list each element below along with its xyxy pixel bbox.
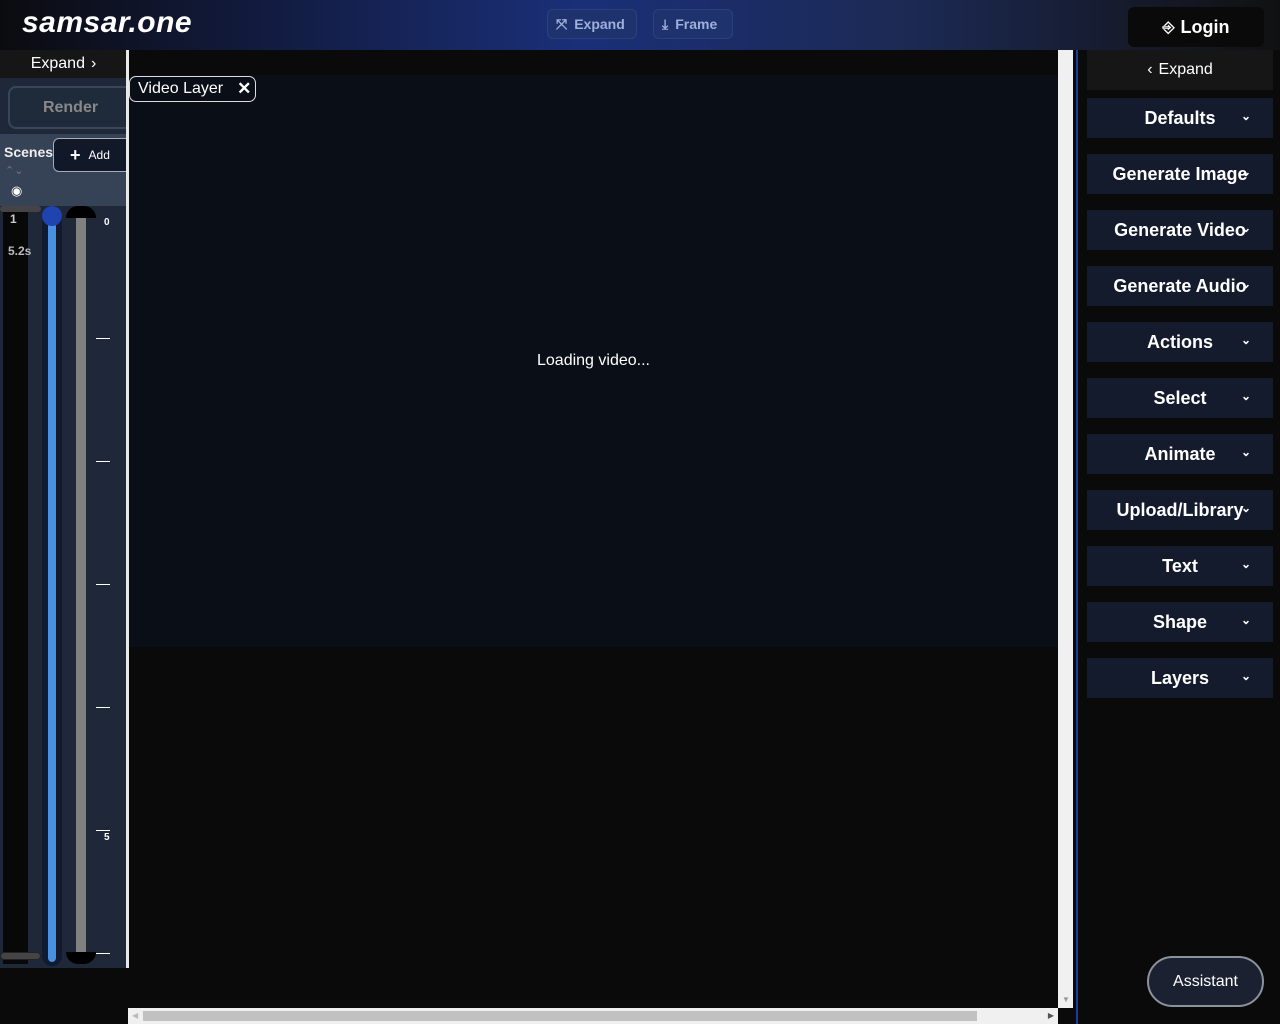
expand-button[interactable]: ⤧ Expand: [547, 9, 637, 39]
section-shape[interactable]: Shape ⌄: [1087, 602, 1273, 642]
section-generate-video[interactable]: Generate Video ⌄: [1087, 210, 1273, 250]
vertical-scrollbar[interactable]: ▼: [1058, 50, 1073, 1008]
playhead-bottom-cap[interactable]: [66, 952, 96, 964]
ruler-tick: [96, 953, 110, 954]
scene-number: 1: [10, 212, 17, 226]
chevron-right-icon: ›: [90, 55, 97, 72]
section-generate-audio[interactable]: Generate Audio ⌄: [1087, 266, 1273, 306]
scroll-down-icon[interactable]: ▼: [1062, 995, 1070, 1004]
chevron-down-icon: ⌄: [1240, 613, 1251, 627]
logo[interactable]: samsar.one: [22, 6, 192, 40]
frame-download-button[interactable]: ⤓ Frame: [653, 9, 733, 39]
section-upload-library[interactable]: Upload/Library ⌄: [1087, 490, 1273, 530]
ruler-tick: [96, 461, 110, 462]
timeline-slider[interactable]: [42, 206, 62, 966]
chevron-left-icon: ‹: [1147, 61, 1153, 78]
playhead-top-cap[interactable]: [66, 206, 96, 218]
section-actions[interactable]: Actions ⌄: [1087, 322, 1273, 362]
ruler-tick: [96, 338, 110, 339]
download-icon: ⤓: [662, 15, 669, 32]
scene-handle-bottom[interactable]: [0, 952, 41, 960]
chevron-down-icon: ⌄: [1240, 501, 1251, 515]
slider-thumb[interactable]: [42, 206, 62, 226]
ruler-tick: [96, 707, 110, 708]
section-generate-image[interactable]: Generate Image ⌄: [1087, 154, 1273, 194]
close-icon[interactable]: ✕: [237, 79, 251, 99]
scrollbar-thumb[interactable]: [143, 1011, 977, 1021]
scene-duration: 5.2s: [8, 244, 32, 258]
chevron-down-icon: ⌄: [1240, 669, 1251, 683]
right-sidebar: ‹ Expand Defaults ⌄ Generate Image ⌄ Genera…: [1076, 50, 1280, 1024]
section-select[interactable]: Select ⌄: [1087, 378, 1273, 418]
reorder-arrows-icon[interactable]: ⌃⌄: [5, 164, 23, 177]
chevron-down-icon: ⌄: [1240, 277, 1251, 291]
playhead-track[interactable]: [76, 212, 86, 958]
loading-text: Loading video...: [537, 352, 650, 369]
scene-handle-top[interactable]: [0, 206, 41, 212]
ruler-tick: [96, 830, 110, 831]
login-button[interactable]: ⎆ Login: [1128, 7, 1264, 47]
plus-icon: +: [70, 144, 81, 165]
section-layers[interactable]: Layers ⌄: [1087, 658, 1273, 698]
render-button[interactable]: Render: [8, 86, 133, 129]
video-layer-tag[interactable]: Video Layer ✕: [129, 76, 256, 102]
section-text[interactable]: Text ⌄: [1087, 546, 1273, 586]
chevron-down-icon: ⌄: [1240, 165, 1251, 179]
scroll-left-icon[interactable]: ◀: [132, 1011, 138, 1020]
right-expand-button[interactable]: ‹ Expand: [1087, 50, 1273, 90]
left-expand-button[interactable]: Expand ›: [0, 50, 127, 78]
scroll-right-icon[interactable]: ▶: [1048, 1011, 1054, 1020]
scenes-label: Scenes: [4, 144, 54, 160]
assistant-button[interactable]: Assistant: [1147, 956, 1264, 1007]
video-canvas[interactable]: Loading video...: [129, 75, 1058, 647]
left-sidebar: Expand › Render Scenes + Add ⌃⌄ ◉ 1 5.2s 0…: [0, 50, 133, 968]
chevron-down-icon: ⌄: [1240, 557, 1251, 571]
ruler-label-0: 0: [104, 217, 110, 228]
add-scene-button[interactable]: + Add: [53, 138, 133, 172]
chevron-down-icon: ⌄: [1240, 389, 1251, 403]
ruler-tick: [96, 584, 110, 585]
section-animate[interactable]: Animate ⌄: [1087, 434, 1273, 474]
chevron-down-icon: ⌄: [1240, 221, 1251, 235]
chevron-down-icon: ⌄: [1240, 109, 1251, 123]
canvas-area: Loading video... Video Layer ✕: [129, 50, 1058, 1008]
top-header: samsar.one ⤧ Expand ⤓ Frame ⎆ Login: [0, 0, 1280, 50]
scenes-panel: Scenes + Add ⌃⌄ ◉: [0, 134, 133, 206]
section-defaults[interactable]: Defaults ⌄: [1087, 98, 1273, 138]
chevron-down-icon: ⌄: [1240, 445, 1251, 459]
expand-icon: ⤧: [556, 15, 568, 32]
chevron-down-icon: ⌄: [1240, 333, 1251, 347]
ruler-label-5: 5: [104, 832, 110, 843]
slider-fill: [48, 214, 56, 962]
login-icon: ⎆: [1162, 18, 1175, 36]
eye-icon[interactable]: ◉: [11, 183, 22, 199]
scene-track[interactable]: [3, 208, 28, 964]
horizontal-scrollbar[interactable]: ◀ ▶: [128, 1008, 1058, 1024]
